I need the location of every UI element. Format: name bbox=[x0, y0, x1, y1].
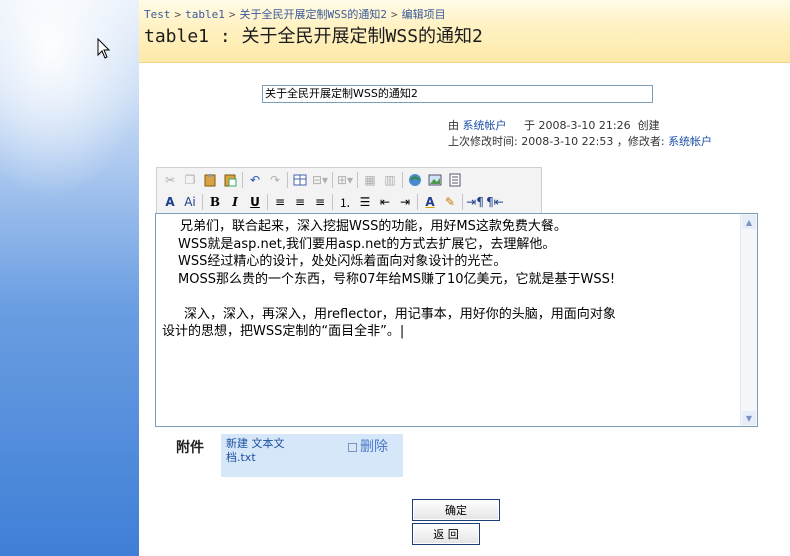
breadcrumb-separator: > bbox=[228, 8, 236, 21]
decrease-indent-icon[interactable]: ⇤ bbox=[375, 193, 395, 211]
bulleted-list-icon[interactable]: ☰ bbox=[355, 193, 375, 211]
mouse-cursor-icon bbox=[97, 38, 111, 59]
title-field[interactable] bbox=[262, 85, 653, 103]
toolbar-separator bbox=[417, 194, 418, 210]
attachments-panel: 新建 文本文档.txt 删除 bbox=[221, 434, 403, 477]
bold-icon[interactable]: B bbox=[205, 193, 225, 211]
toolbar-separator bbox=[267, 194, 268, 210]
page-title: table1 : 关于全民开展定制WSS的通知2 bbox=[144, 26, 483, 47]
highlight-color-icon[interactable]: ✎ bbox=[440, 193, 460, 211]
paste-special-icon[interactable] bbox=[220, 171, 240, 189]
insert-image-icon[interactable] bbox=[425, 171, 445, 189]
created-suffix: 创建 bbox=[637, 119, 660, 132]
breadcrumb-separator: > bbox=[391, 8, 398, 21]
delete-attachment-button[interactable]: 删除 bbox=[348, 439, 388, 456]
numbered-list-icon[interactable]: ⒈ bbox=[335, 193, 355, 211]
delete-attachment-label: 删除 bbox=[360, 439, 388, 455]
modifier-label: ，修改者: bbox=[616, 135, 665, 148]
increase-indent-icon[interactable]: ⇥ bbox=[395, 193, 415, 211]
scroll-down-icon[interactable]: ▼ bbox=[742, 411, 756, 425]
toolbar-separator bbox=[242, 172, 243, 188]
editor-line: 深入，深入，再深入，用reflector，用记事本，用好你的头脑，用面向对象 bbox=[184, 306, 616, 322]
created-by-prefix: 由 bbox=[448, 119, 459, 132]
table-columns-icon[interactable]: ⊞▾ bbox=[335, 171, 355, 189]
breadcrumb: Test > table1 > 关于全民开展定制WSS的通知2 > 编辑项目 bbox=[144, 6, 446, 22]
merge-cells-icon[interactable]: ▦ bbox=[360, 171, 380, 189]
breadcrumb-separator: > bbox=[174, 8, 182, 21]
toolbar-row-2: A Ai B I U ≡ ≡ ≡ ⒈ ☰ ⇤ ⇥ A ✎ ⇥¶ ¶⇤ bbox=[160, 192, 505, 212]
insert-table-icon[interactable] bbox=[290, 171, 310, 189]
toolbar-separator bbox=[332, 194, 333, 210]
paste-icon[interactable] bbox=[200, 171, 220, 189]
breadcrumb-item-item[interactable]: 关于全民开展定制WSS的通知2 bbox=[240, 8, 388, 21]
editor-content[interactable]: 兄弟们，联合起来，深入挖掘WSS的功能，用好MS这款免费大餐。 WSS就是asp… bbox=[162, 218, 732, 341]
attachments-label: 附件 bbox=[176, 440, 204, 456]
left-to-right-icon[interactable]: ⇥¶ bbox=[465, 193, 485, 211]
text-color-icon[interactable]: A bbox=[420, 193, 440, 211]
right-to-left-icon[interactable]: ¶⇤ bbox=[485, 193, 505, 211]
sidebar-glow bbox=[0, 0, 150, 200]
undo-icon[interactable]: ↶ bbox=[245, 171, 265, 189]
table-rows-icon[interactable]: ⊟▾ bbox=[310, 171, 330, 189]
source-view-icon[interactable] bbox=[445, 171, 465, 189]
back-button[interactable]: 返 回 bbox=[412, 523, 480, 545]
editor-line: MOSS那么贵的一个东西，号称07年给MS赚了10亿美元，它就是基于WSS! bbox=[178, 271, 616, 287]
align-center-icon[interactable]: ≡ bbox=[290, 193, 310, 211]
rich-text-editor[interactable]: 兄弟们，联合起来，深入挖掘WSS的功能，用好MS这款免费大餐。 WSS就是asp… bbox=[155, 213, 758, 427]
toolbar-separator bbox=[202, 194, 203, 210]
item-metadata: 由 系统帐户 于 2008-3-10 21:26 创建 上次修改时间: 2008… bbox=[448, 118, 712, 150]
toolbar-separator bbox=[332, 172, 333, 188]
breadcrumb-item-test[interactable]: Test bbox=[144, 8, 171, 21]
font-name-icon[interactable]: A bbox=[160, 193, 180, 211]
font-size-icon[interactable]: Ai bbox=[180, 193, 200, 211]
modified-at: 2008-3-10 22:53 bbox=[521, 135, 614, 148]
delete-icon bbox=[348, 442, 357, 452]
toolbar-separator bbox=[402, 172, 403, 188]
modified-line: 上次修改时间: 2008-3-10 22:53 ，修改者: 系统帐户 bbox=[448, 134, 712, 150]
page-header: Test > table1 > 关于全民开展定制WSS的通知2 > 编辑项目 table1 … bbox=[139, 0, 790, 63]
editor-line: WSS就是asp.net,我们要用asp.net的方式去扩展它，去理解他。 bbox=[178, 236, 556, 252]
breadcrumb-item-current: 编辑项目 bbox=[401, 8, 446, 21]
modified-label: 上次修改时间: bbox=[448, 135, 518, 148]
toolbar-row-1: ✂ ❐ ↶ ↷ ⊟▾ ⊞▾ ▦ ▥ bbox=[160, 170, 465, 190]
align-right-icon[interactable]: ≡ bbox=[310, 193, 330, 211]
breadcrumb-item-list[interactable]: table1 bbox=[185, 8, 225, 21]
align-left-icon[interactable]: ≡ bbox=[270, 193, 290, 211]
toolbar-separator bbox=[462, 194, 463, 210]
scroll-up-icon[interactable]: ▲ bbox=[742, 215, 756, 229]
italic-icon[interactable]: I bbox=[225, 193, 245, 211]
copy-icon[interactable]: ❐ bbox=[180, 171, 200, 189]
redo-icon[interactable]: ↷ bbox=[265, 171, 285, 189]
editor-scrollbar[interactable]: ▲ ▼ bbox=[740, 214, 757, 426]
created-by-link[interactable]: 系统帐户 bbox=[463, 119, 507, 132]
underline-icon[interactable]: U bbox=[245, 193, 265, 211]
editor-line: 设计的思想，把WSS定制的“面目全非”。| bbox=[162, 324, 405, 339]
rich-text-toolbar: ✂ ❐ ↶ ↷ ⊟▾ ⊞▾ ▦ ▥ A Ai B I U ≡ ≡ ≡ ⒈ ☰ ⇤… bbox=[156, 167, 542, 215]
split-cells-icon[interactable]: ▥ bbox=[380, 171, 400, 189]
modified-by-link[interactable]: 系统帐户 bbox=[668, 135, 712, 148]
created-line: 由 系统帐户 于 2008-3-10 21:26 创建 bbox=[448, 118, 712, 134]
attachment-file-link[interactable]: 新建 文本文档.txt bbox=[226, 437, 306, 465]
created-on-prefix: 于 bbox=[523, 119, 535, 132]
ok-button[interactable]: 确定 bbox=[412, 499, 500, 521]
editor-line: 兄弟们，联合起来，深入挖掘WSS的功能，用好MS这款免费大餐。 bbox=[180, 219, 567, 234]
insert-link-icon[interactable] bbox=[405, 171, 425, 189]
cut-icon[interactable]: ✂ bbox=[160, 171, 180, 189]
toolbar-separator bbox=[287, 172, 288, 188]
created-at: 2008-3-10 21:26 bbox=[538, 119, 631, 132]
toolbar-separator bbox=[357, 172, 358, 188]
editor-line: WSS经过精心的设计，处处闪烁着面向对象设计的光芒。 bbox=[178, 254, 507, 269]
left-sidebar bbox=[0, 0, 150, 556]
